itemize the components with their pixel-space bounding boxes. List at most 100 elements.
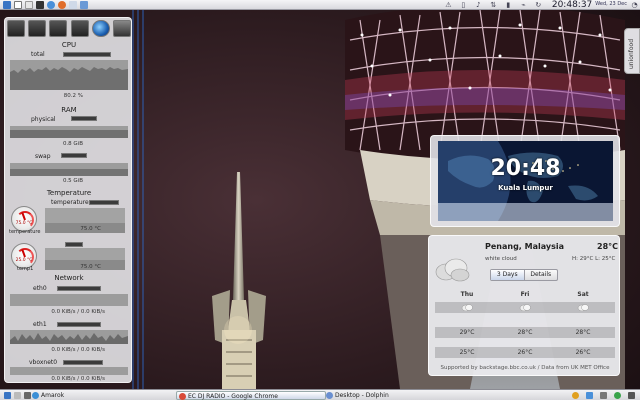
cpu-title: CPU <box>61 41 77 49</box>
weather-high-low: H: 29°C L: 25°C <box>572 256 616 262</box>
cpu-total-value: 80.2 % <box>63 93 83 99</box>
tab-details[interactable]: Details <box>525 270 558 280</box>
forecast-day-2-name: Fri <box>520 291 530 298</box>
temperature-gauge-reading: 75.0 °C <box>15 221 33 226</box>
weather-condition: white cloud <box>485 256 517 262</box>
eth0-graph <box>10 294 128 306</box>
temperature-title: Temperature <box>46 189 92 197</box>
firefox-icon[interactable] <box>58 0 66 9</box>
tray-app-icon-5[interactable] <box>628 392 635 399</box>
desktop-pager-icon[interactable] <box>14 0 22 9</box>
folder-icon[interactable] <box>80 0 88 9</box>
forecast-low-row: 25°C 26°C 26°C <box>435 347 615 358</box>
network-icon[interactable]: ⇅ <box>490 1 497 9</box>
temperature-value: 75.0 °C <box>80 226 101 232</box>
day-3-high: 28°C <box>575 329 591 336</box>
browser-icon[interactable] <box>47 0 55 9</box>
temp1-gauge-label: temp1 <box>17 266 34 272</box>
show-desktop-icon[interactable] <box>4 392 11 399</box>
cpu-applet-icon[interactable] <box>7 20 25 37</box>
temperature-sensor-label: temperature <box>51 199 89 206</box>
forecast-spacer-row <box>435 316 615 327</box>
lock-icon[interactable] <box>112 20 131 37</box>
desktop-toolbox-label: unionfood <box>628 38 635 69</box>
day-1-high: 29°C <box>459 329 475 336</box>
volume-icon[interactable]: ♪ <box>475 1 482 9</box>
day-1-low: 25°C <box>459 349 475 356</box>
ram-physical-bar <box>71 116 97 121</box>
cloud-icon <box>435 258 470 282</box>
tab-3-days[interactable]: 3 Days <box>491 270 525 280</box>
day-2-low: 26°C <box>517 349 533 356</box>
vboxnet0-bar <box>63 360 103 365</box>
activity-icon[interactable] <box>14 392 21 399</box>
task-google-chrome-label: EC DJ RADIO - Google Chrome <box>188 393 278 400</box>
weather-credits[interactable]: Supported by backstage.bbc.co.uk / Data … <box>429 365 621 371</box>
day-2-high: 28°C <box>517 329 533 336</box>
task-dolphin[interactable]: Desktop - Dolphin <box>324 391 454 400</box>
ram-swap-graph <box>10 163 128 176</box>
system-monitor-widget: CPU total 80.2 % RAM physical 0.8 GiB sw… <box>4 17 132 383</box>
eth0-bar <box>57 286 101 291</box>
task-amarok[interactable]: Amarok <box>30 391 150 400</box>
world-clock-time: 20:48 <box>490 156 561 181</box>
clipboard-icon[interactable]: ▯ <box>460 1 467 9</box>
chrome-icon <box>179 393 186 400</box>
world-map-image <box>438 141 613 221</box>
ram-physical-value: 0.8 GiB <box>62 141 83 147</box>
eth1-label: eth1 <box>33 321 47 328</box>
world-clock-city: Kuala Lumpur <box>498 184 553 192</box>
notification-icon[interactable]: ⚠ <box>445 1 452 9</box>
cpu-graph <box>10 60 128 90</box>
eth1-bar <box>57 322 101 327</box>
world-clock-widget: 20:48 Kuala Lumpur <box>430 135 620 227</box>
taskbar-panel: Amarok EC DJ RADIO - Google Chrome Deskt… <box>0 389 640 400</box>
temp1-bar <box>65 242 83 247</box>
network-title: Network <box>54 274 84 282</box>
temp1-gauge-reading: 25.0 °C <box>15 258 33 263</box>
forecast-icon-row <box>435 302 615 313</box>
usb-icon[interactable]: ⌁ <box>520 1 527 9</box>
task-amarok-label: Amarok <box>41 392 65 399</box>
eth0-label: eth0 <box>33 285 47 292</box>
task-dolphin-label: Desktop - Dolphin <box>335 392 389 399</box>
dolphin-icon <box>326 392 333 399</box>
ram-swap-value: 0.5 GiB <box>62 178 83 184</box>
eth1-value: 0.0 KiB/s / 0.0 KiB/s <box>51 347 105 353</box>
panel-clock-time[interactable]: 20:48:37 <box>552 0 592 10</box>
ram-physical-label: physical <box>31 116 56 123</box>
battery-icon[interactable]: ▮ <box>505 1 512 9</box>
cashew-icon[interactable]: ◔ <box>631 1 638 9</box>
system-monitor-toolbar <box>7 20 131 38</box>
mail-icon[interactable] <box>69 0 77 9</box>
ram-applet-icon[interactable] <box>28 20 47 37</box>
desktop-toolbox-handle[interactable]: unionfood <box>624 28 640 74</box>
forecast-day-3-name: Sat <box>577 291 589 298</box>
weather-current-temperature: 28°C <box>597 242 619 251</box>
temperature-applet-icon[interactable] <box>70 20 89 37</box>
cpu-total-bar <box>63 52 111 57</box>
day-3-cloud-icon <box>577 304 589 311</box>
network-applet-icon[interactable] <box>91 20 110 37</box>
tray-app-icon-3[interactable] <box>600 392 607 399</box>
hdd-applet-icon[interactable] <box>49 20 68 37</box>
ram-swap-bar <box>61 153 87 158</box>
vboxnet0-label: vboxnet0 <box>29 359 58 366</box>
pager-desktop-2-icon[interactable] <box>25 0 33 9</box>
ram-title: RAM <box>61 106 77 114</box>
panel-clock-date[interactable]: Wed, 23 Dec <box>595 2 627 7</box>
temperature-gauge-label: temperature <box>9 229 41 235</box>
kickoff-menu-icon[interactable] <box>3 0 11 9</box>
weather-tab-bar: 3 Days Details <box>490 269 558 281</box>
tray-app-icon-4[interactable] <box>614 392 621 399</box>
day-2-cloud-icon <box>519 304 531 311</box>
tray-app-icon-1[interactable] <box>572 392 579 399</box>
tray-app-icon-2[interactable] <box>586 392 593 399</box>
terminal-icon[interactable] <box>36 0 44 9</box>
temp1-value: 75.0 °C <box>80 264 101 270</box>
vboxnet0-value: 0.0 KiB/s / 0.0 KiB/s <box>51 376 105 382</box>
forecast-day-1-name: Thu <box>460 291 474 298</box>
updates-icon[interactable]: ↻ <box>535 1 542 9</box>
cpu-total-label: total <box>31 51 45 58</box>
task-google-chrome[interactable]: EC DJ RADIO - Google Chrome <box>176 391 326 400</box>
